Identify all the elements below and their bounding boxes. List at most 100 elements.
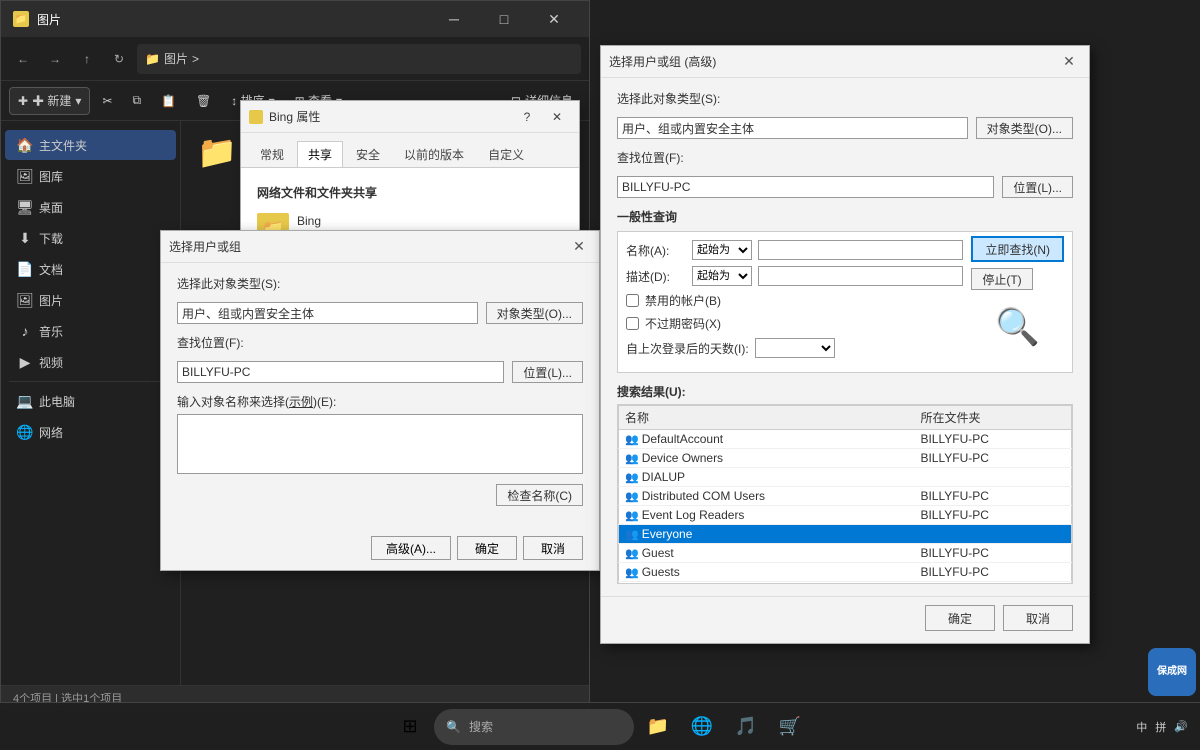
name-filter-input[interactable] [758, 240, 963, 260]
result-folder: BILLYFU-PC [914, 430, 1071, 449]
tab-general[interactable]: 常规 [249, 141, 295, 167]
large-dlg-titlebar: 选择用户或组 (高级) ✕ [601, 46, 1089, 78]
table-row[interactable]: 👥Hyper-V AdministratorsBILLYFU-PC [619, 582, 1072, 585]
days-select[interactable] [755, 338, 835, 358]
search-now-btn[interactable]: 立即查找(N) [971, 236, 1064, 262]
network-icon: 🌐 [17, 424, 33, 440]
stop-btn[interactable]: 停止(T) [971, 268, 1032, 290]
sidebar-item-desktop[interactable]: 🖥 桌面 [5, 192, 176, 222]
taskbar-explorer[interactable]: 📁 [638, 707, 678, 747]
maximize-button[interactable]: □ [481, 3, 527, 35]
large-loc-input[interactable] [617, 176, 994, 198]
small-dlg-title: 选择用户或组 [169, 238, 567, 255]
table-row[interactable]: 👥Device OwnersBILLYFU-PC [619, 449, 1072, 468]
large-cancel-btn[interactable]: 取消 [1003, 605, 1073, 631]
taskbar-store[interactable]: 🛒 [770, 707, 810, 747]
large-ok-btn[interactable]: 确定 [925, 605, 995, 631]
result-name: 👥DIALUP [619, 468, 915, 487]
large-dlg-footer: 确定 取消 [601, 596, 1089, 643]
non-expiry-row: 不过期密码(X) [626, 315, 963, 332]
result-folder: BILLYFU-PC [914, 563, 1071, 582]
bing-props-close[interactable]: ✕ [543, 106, 571, 128]
sidebar-label-home: 主文件夹 [39, 137, 87, 154]
close-button[interactable]: ✕ [531, 3, 577, 35]
up-button[interactable]: ↑ [73, 45, 101, 73]
result-name: 👥DefaultAccount [619, 430, 915, 449]
share-folder-name: Bing [297, 214, 330, 228]
small-object-type-input[interactable] [177, 302, 478, 324]
new-icon: ✚ [18, 94, 28, 108]
desc-label: 描述(D): [626, 268, 686, 285]
paste-button[interactable]: 📋 [153, 87, 184, 115]
small-dlg-close[interactable]: ✕ [567, 236, 591, 258]
sidebar-item-downloads[interactable]: ⬇ 下载 [5, 223, 176, 253]
small-location-btn[interactable]: 位置(L)... [512, 361, 583, 383]
small-location-label: 查找位置(F): [177, 334, 244, 351]
table-row[interactable]: 👥DIALUP [619, 468, 1072, 487]
name-row: 名称(A): 起始为 [626, 240, 963, 260]
sidebar-item-documents[interactable]: 📄 文档 [5, 254, 176, 284]
new-button[interactable]: ✚ ✚ 新建 ▾ [9, 87, 90, 115]
taskbar-search[interactable]: 🔍 搜索 [434, 709, 634, 745]
result-folder: BILLYFU-PC [914, 487, 1071, 506]
tab-previous[interactable]: 以前的版本 [393, 141, 475, 167]
non-expiry-checkbox[interactable] [626, 317, 639, 330]
result-folder: BILLYFU-PC [914, 544, 1071, 563]
sidebar-label-documents: 文档 [39, 261, 63, 278]
table-row[interactable]: 👥GuestsBILLYFU-PC [619, 563, 1072, 582]
sidebar-item-videos[interactable]: ▶ 视频 [5, 347, 176, 377]
desc-filter-select[interactable]: 起始为 [692, 266, 752, 286]
small-ok-btn[interactable]: 确定 [457, 536, 517, 560]
days-row: 自上次登录后的天数(I): [626, 338, 963, 358]
sidebar-item-home[interactable]: 🏠 主文件夹 [5, 130, 176, 160]
small-advanced-btn[interactable]: 高级(A)... [371, 536, 451, 560]
table-row[interactable]: 👥Distributed COM UsersBILLYFU-PC [619, 487, 1072, 506]
disabled-account-checkbox[interactable] [626, 294, 639, 307]
sidebar-label-network: 网络 [39, 424, 63, 441]
sidebar-item-pictures[interactable]: 🖼 图片 [5, 285, 176, 315]
cut-button[interactable]: ✂ [94, 87, 120, 115]
sidebar-item-network[interactable]: 🌐 网络 [5, 417, 176, 447]
copy-button[interactable]: ⧉ [125, 87, 150, 115]
small-location-input[interactable] [177, 361, 504, 383]
breadcrumb[interactable]: 📁 图片 > [137, 44, 581, 74]
large-dlg-close[interactable]: ✕ [1057, 51, 1081, 73]
results-scroll[interactable]: 名称 所在文件夹 👥DefaultAccountBILLYFU-PC👥Devic… [617, 404, 1073, 584]
results-section: 搜索结果(U): 名称 所在文件夹 👥DefaultAccountBILLYFU… [617, 383, 1073, 584]
large-obj-type-btn[interactable]: 对象类型(O)... [976, 117, 1073, 139]
tab-security[interactable]: 安全 [345, 141, 391, 167]
desc-filter-input[interactable] [758, 266, 963, 286]
bing-props-help[interactable]: ? [513, 106, 541, 128]
sidebar-item-pc[interactable]: 💻 此电脑 [5, 386, 176, 416]
taskbar-browser[interactable]: 🌐 [682, 707, 722, 747]
small-cancel-btn[interactable]: 取消 [523, 536, 583, 560]
tab-customize[interactable]: 自定义 [477, 141, 535, 167]
large-obj-type-input[interactable] [617, 117, 968, 139]
delete-button[interactable]: 🗑 [188, 87, 219, 115]
new-label: ✚ 新建 [32, 92, 71, 109]
minimize-button[interactable]: ─ [431, 3, 477, 35]
tab-share[interactable]: 共享 [297, 141, 343, 167]
table-row[interactable]: 👥DefaultAccountBILLYFU-PC [619, 430, 1072, 449]
taskbar-music[interactable]: 🎵 [726, 707, 766, 747]
col-name-header: 名称 [619, 406, 915, 430]
table-row[interactable]: 👥Everyone [619, 525, 1072, 544]
small-object-type-btn[interactable]: 对象类型(O)... [486, 302, 583, 324]
small-check-btn[interactable]: 检查名称(C) [496, 484, 583, 506]
forward-button[interactable]: → [41, 45, 69, 73]
table-row[interactable]: 👥Event Log ReadersBILLYFU-PC [619, 506, 1072, 525]
breadcrumb-label: 图片 [164, 50, 188, 67]
large-loc-btn[interactable]: 位置(L)... [1002, 176, 1073, 198]
small-name-input[interactable] [177, 414, 583, 474]
start-button[interactable]: ⊞ [390, 707, 430, 747]
table-row[interactable]: 👥GuestBILLYFU-PC [619, 544, 1072, 563]
sidebar-item-gallery[interactable]: 🖼 图库 [5, 161, 176, 191]
result-name: 👥Distributed COM Users [619, 487, 915, 506]
taskbar-volume: 🔊 [1174, 720, 1188, 733]
back-button[interactable]: ← [9, 45, 37, 73]
refresh-button[interactable]: ↻ [105, 45, 133, 73]
sidebar-item-music[interactable]: ♪ 音乐 [5, 316, 176, 346]
bing-props-titlebar: Bing 属性 ? ✕ [241, 101, 579, 133]
name-filter-select[interactable]: 起始为 [692, 240, 752, 260]
disabled-account-label: 禁用的帐户(B) [645, 292, 721, 309]
